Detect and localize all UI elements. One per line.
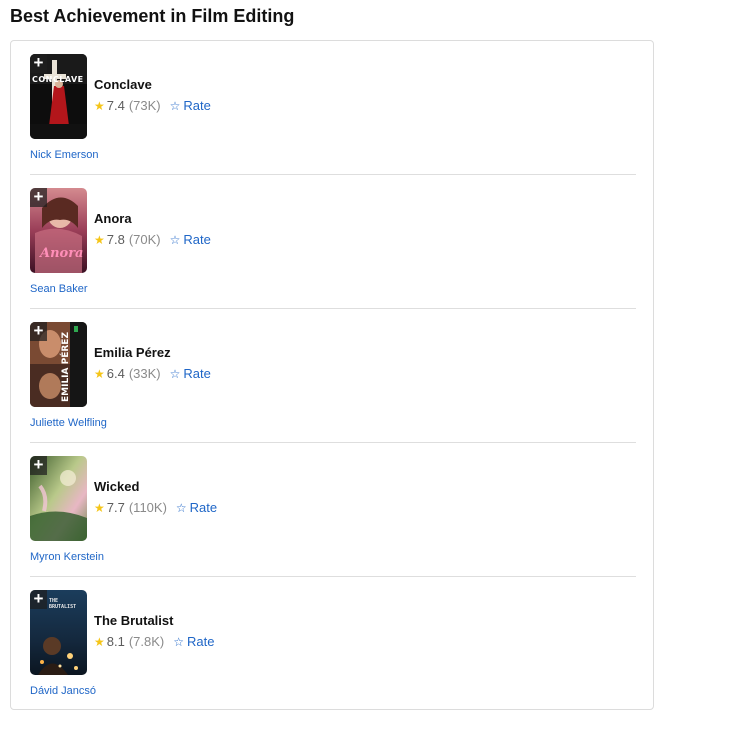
vote-count: (110K) bbox=[128, 500, 167, 515]
star-icon: ★ bbox=[94, 634, 105, 649]
rate-label: Rate bbox=[183, 98, 211, 113]
plus-icon[interactable]: + bbox=[30, 590, 47, 609]
plus-icon[interactable]: + bbox=[30, 54, 47, 73]
poster-title-text: Anora bbox=[40, 246, 84, 261]
nominee-item: + Wicked ★ 7.7 (110K) ☆ Rate Myron Kerst… bbox=[30, 443, 636, 577]
rate-button[interactable]: ☆ Rate bbox=[170, 232, 211, 247]
rating-value: 6.4 bbox=[106, 366, 125, 381]
movie-poster[interactable]: CONCLAVE + bbox=[30, 54, 87, 139]
nominee-name-link[interactable]: Dávid Jancsó bbox=[30, 685, 96, 697]
rating-value: 7.4 bbox=[106, 98, 125, 113]
poster-title-text: CONCLAVE bbox=[32, 75, 84, 84]
poster-title-text: EMILIA PÉREZ bbox=[61, 332, 71, 402]
rate-button[interactable]: ☆ Rate bbox=[170, 366, 211, 381]
nominees-panel: CONCLAVE + Conclave ★ 7.4 (73K) ☆ Rate N… bbox=[10, 40, 654, 710]
star-outline-icon: ☆ bbox=[173, 634, 185, 649]
vote-count: (73K) bbox=[128, 98, 161, 113]
movie-poster[interactable]: THE BRUTALIST + bbox=[30, 590, 87, 675]
nominee-name-link[interactable]: Myron Kerstein bbox=[30, 551, 104, 563]
nominee-item: EMILIA PÉREZ + Emilia Pérez ★ 6.4 (33K) … bbox=[30, 309, 636, 443]
vote-count: (70K) bbox=[128, 232, 161, 247]
poster-title-text: THE BRUTALIST bbox=[49, 598, 77, 610]
rate-button[interactable]: ☆ Rate bbox=[173, 634, 214, 649]
rating-value: 7.7 bbox=[106, 500, 125, 515]
nominee-name-link[interactable]: Nick Emerson bbox=[30, 149, 98, 161]
star-outline-icon: ☆ bbox=[169, 98, 181, 113]
rate-label: Rate bbox=[183, 366, 211, 381]
movie-title[interactable]: Conclave bbox=[94, 77, 152, 92]
star-outline-icon: ☆ bbox=[175, 500, 187, 515]
movie-title[interactable]: The Brutalist bbox=[94, 613, 173, 628]
rate-label: Rate bbox=[183, 232, 211, 247]
movie-title[interactable]: Anora bbox=[94, 211, 132, 226]
rating-row: ★ 7.8 (70K) ☆ Rate bbox=[94, 232, 211, 247]
movie-title[interactable]: Emilia Pérez bbox=[94, 345, 171, 360]
rating-row: ★ 7.4 (73K) ☆ Rate bbox=[94, 98, 211, 113]
rating-value: 8.1 bbox=[106, 634, 125, 649]
movie-poster[interactable]: EMILIA PÉREZ + bbox=[30, 322, 87, 407]
rating-row: ★ 6.4 (33K) ☆ Rate bbox=[94, 366, 211, 381]
plus-icon[interactable]: + bbox=[30, 188, 47, 207]
rating-row: ★ 8.1 (7.8K) ☆ Rate bbox=[94, 634, 214, 649]
nominee-item: THE BRUTALIST + The Brutalist ★ 8.1 (7.8… bbox=[30, 577, 636, 711]
vote-count: (7.8K) bbox=[128, 634, 165, 649]
movie-title[interactable]: Wicked bbox=[94, 479, 139, 494]
nominee-item: CONCLAVE + Conclave ★ 7.4 (73K) ☆ Rate N… bbox=[30, 41, 636, 175]
star-outline-icon: ☆ bbox=[169, 232, 181, 247]
rating-value: 7.8 bbox=[106, 232, 125, 247]
rating-row: ★ 7.7 (110K) ☆ Rate bbox=[94, 500, 217, 515]
category-title: Best Achievement in Film Editing bbox=[10, 6, 295, 26]
star-icon: ★ bbox=[94, 232, 105, 247]
movie-poster[interactable]: Anora + bbox=[30, 188, 87, 273]
star-icon: ★ bbox=[94, 98, 105, 113]
movie-poster[interactable]: + bbox=[30, 456, 87, 541]
rate-button[interactable]: ☆ Rate bbox=[176, 500, 217, 515]
star-icon: ★ bbox=[94, 500, 105, 515]
rate-button[interactable]: ☆ Rate bbox=[170, 98, 211, 113]
rate-label: Rate bbox=[187, 634, 215, 649]
nominee-item: Anora + Anora ★ 7.8 (70K) ☆ Rate Sean Ba… bbox=[30, 175, 636, 309]
nominee-name-link[interactable]: Juliette Welfling bbox=[30, 417, 107, 429]
star-outline-icon: ☆ bbox=[169, 366, 181, 381]
plus-icon[interactable]: + bbox=[30, 322, 47, 341]
rate-label: Rate bbox=[189, 500, 218, 515]
nominee-name-link[interactable]: Sean Baker bbox=[30, 283, 87, 295]
star-icon: ★ bbox=[94, 366, 105, 381]
plus-icon[interactable]: + bbox=[30, 456, 47, 475]
vote-count: (33K) bbox=[128, 366, 161, 381]
